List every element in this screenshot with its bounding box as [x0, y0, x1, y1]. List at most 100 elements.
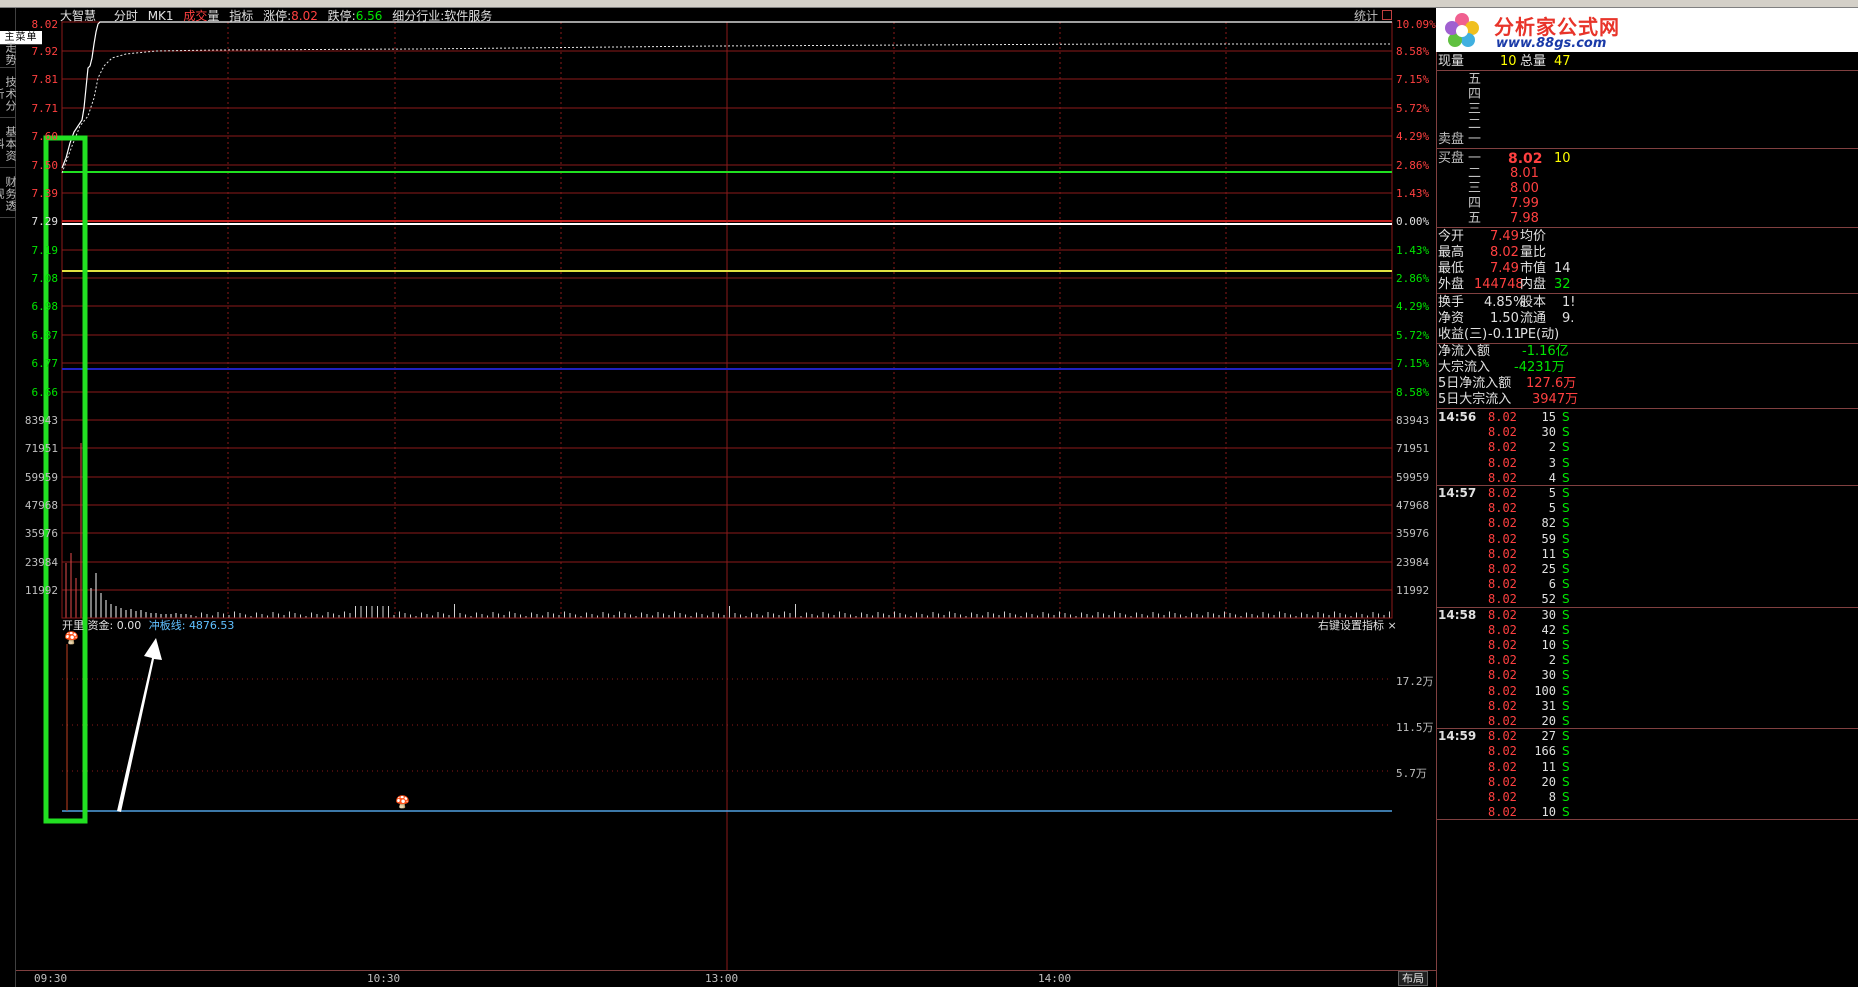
tick-time: 14:57 [1438, 486, 1477, 500]
tick-volume: 8 [1548, 790, 1556, 804]
tick-volume: 3 [1548, 455, 1556, 470]
tick-time: 14:58 [1438, 607, 1477, 622]
tick-price: 8.02 [1488, 714, 1517, 728]
price-axis-left-6: 7.39 [31, 187, 59, 200]
stat-row-netasset: 净资 1.50 流通 9. [1438, 311, 1575, 326]
price-axis-left-2: 7.81 [31, 73, 59, 86]
flow-row-net: 净流入额 -1.16亿 [1438, 344, 1569, 359]
price-axis-left-9: 7.08 [31, 272, 59, 285]
tick-volume: 5 [1548, 486, 1556, 500]
time-label-1300: 13:00 [705, 972, 739, 985]
stat-row-open: 今开 7.49 均价 [1438, 229, 1547, 244]
side-tab-trend[interactable]: 走势 [0, 40, 17, 68]
vol-axis-left-0: 83943 [24, 414, 58, 427]
tick-price: 8.02 [1488, 653, 1517, 668]
tick-volume: 6 [1548, 577, 1556, 592]
sub-line-value: 4876.53 [188, 619, 235, 632]
tick-price: 8.02 [1488, 425, 1517, 440]
tick-volume: 42 [1541, 622, 1556, 637]
tick-price: 8.02 [1488, 744, 1517, 759]
tick-side: S [1562, 683, 1570, 698]
now-vol-label: 现量 [1438, 54, 1465, 69]
pct-axis-right-1: 8.58% [1396, 45, 1430, 58]
buy-price-4: 7.99 [1510, 196, 1539, 211]
tick-side: S [1562, 653, 1570, 668]
tick-side: S [1562, 470, 1570, 485]
indicator-settings-hint[interactable]: 右键设置指标 × [1318, 619, 1397, 633]
mushroom-icon-2: 🍄 [395, 795, 410, 809]
side-tab-tech[interactable]: 技术分析 [0, 70, 17, 118]
tick-price: 8.02 [1488, 546, 1517, 561]
sub-label-open: 开里 [62, 619, 84, 632]
vol-axis-left-1: 71951 [24, 442, 58, 455]
annotation-arrow [117, 638, 162, 812]
tick-side: S [1562, 592, 1570, 607]
price-axis-left-8: 7.19 [31, 244, 59, 257]
side-tab-basic[interactable]: 基本资料 [0, 120, 17, 168]
vol-axis-left-4: 35976 [24, 527, 58, 540]
buy-price-5: 7.98 [1510, 211, 1539, 226]
stat-row-high: 最高 8.02 量比 [1438, 245, 1547, 260]
tick-volume: 100 [1534, 683, 1556, 698]
pct-axis-right-9: 2.86% [1396, 272, 1430, 285]
tick-volume: 30 [1541, 607, 1556, 622]
tick-price: 8.02 [1488, 470, 1517, 485]
sell-level-3: 三 [1468, 102, 1482, 117]
pct-axis-right-10: 4.29% [1396, 300, 1430, 313]
vol-axis-right-5: 23984 [1396, 556, 1430, 569]
tick-side: S [1562, 607, 1570, 622]
volume-summary-row: 现量 10 总量 47 [1438, 54, 1858, 70]
tick-side: S [1562, 774, 1570, 789]
buy-price-2: 8.01 [1510, 166, 1539, 181]
pct-axis-right-5: 2.86% [1396, 159, 1430, 172]
buy-price-3: 8.00 [1510, 181, 1539, 196]
buy-price-1: 8.02 [1508, 151, 1543, 167]
price-axis-left-1: 7.92 [31, 45, 59, 58]
tick-volume: 20 [1541, 774, 1556, 789]
tick-volume: 10 [1541, 805, 1556, 820]
tick-side: S [1562, 744, 1570, 759]
pct-axis-right-3: 5.72% [1396, 102, 1430, 115]
layout-button[interactable]: 布局 [1398, 971, 1428, 986]
price-axis-left-10: 6.98 [31, 300, 59, 313]
buy-vol-1: 10 [1554, 151, 1571, 166]
tick-price: 8.02 [1488, 607, 1517, 622]
sub-fund-value: 0.00 [116, 619, 142, 632]
tick-time: 14:56 [1438, 410, 1477, 424]
tick-side: S [1562, 622, 1570, 637]
sell-label: 卖盘 [1438, 132, 1465, 147]
sub-axis-1: 11.5万 [1396, 721, 1434, 734]
tick-price: 8.02 [1488, 790, 1517, 804]
price-axis-left-0: 8.02 [31, 18, 59, 31]
tick-price: 8.02 [1488, 759, 1517, 774]
side-tab-finance[interactable]: 财务透视 [0, 170, 17, 218]
tick-price: 8.02 [1488, 486, 1517, 500]
site-logo: 分析家公式网 www.88gs.com [1436, 8, 1858, 52]
tick-price: 8.02 [1488, 683, 1517, 698]
flower-logo-icon [1445, 13, 1479, 47]
tick-volume: 82 [1541, 516, 1556, 531]
pct-axis-right-2: 7.15% [1396, 73, 1430, 86]
vol-axis-right-3: 47968 [1396, 499, 1430, 512]
sub-axis-0: 17.2万 [1396, 675, 1434, 688]
stat-row-low: 最低 7.49 市值 14 [1438, 261, 1571, 276]
tick-volume: 59 [1541, 531, 1556, 546]
tick-side: S [1562, 805, 1570, 820]
pct-axis-right-8: 1.43% [1396, 244, 1430, 257]
vol-axis-right-1: 71951 [1396, 442, 1430, 455]
sell-level-4: 四 [1468, 87, 1482, 102]
tick-side: S [1562, 759, 1570, 774]
tick-side: S [1562, 714, 1570, 728]
flow-row-5d-block: 5日大宗流入 3947万 [1438, 392, 1579, 407]
tick-price: 8.02 [1488, 668, 1517, 683]
pct-axis-right-4: 4.29% [1396, 130, 1430, 143]
tick-side: S [1562, 501, 1570, 516]
sell-level-5: 五 [1468, 72, 1482, 87]
sub-axis-2: 5.7万 [1396, 767, 1427, 780]
tick-side: S [1562, 410, 1570, 424]
tick-price: 8.02 [1488, 440, 1517, 455]
tick-price: 8.02 [1488, 805, 1517, 820]
tick-price: 8.02 [1488, 531, 1517, 546]
tick-side: S [1562, 729, 1570, 744]
stat-row-turnover: 换手 4.85% 股本 1! [1438, 295, 1576, 310]
